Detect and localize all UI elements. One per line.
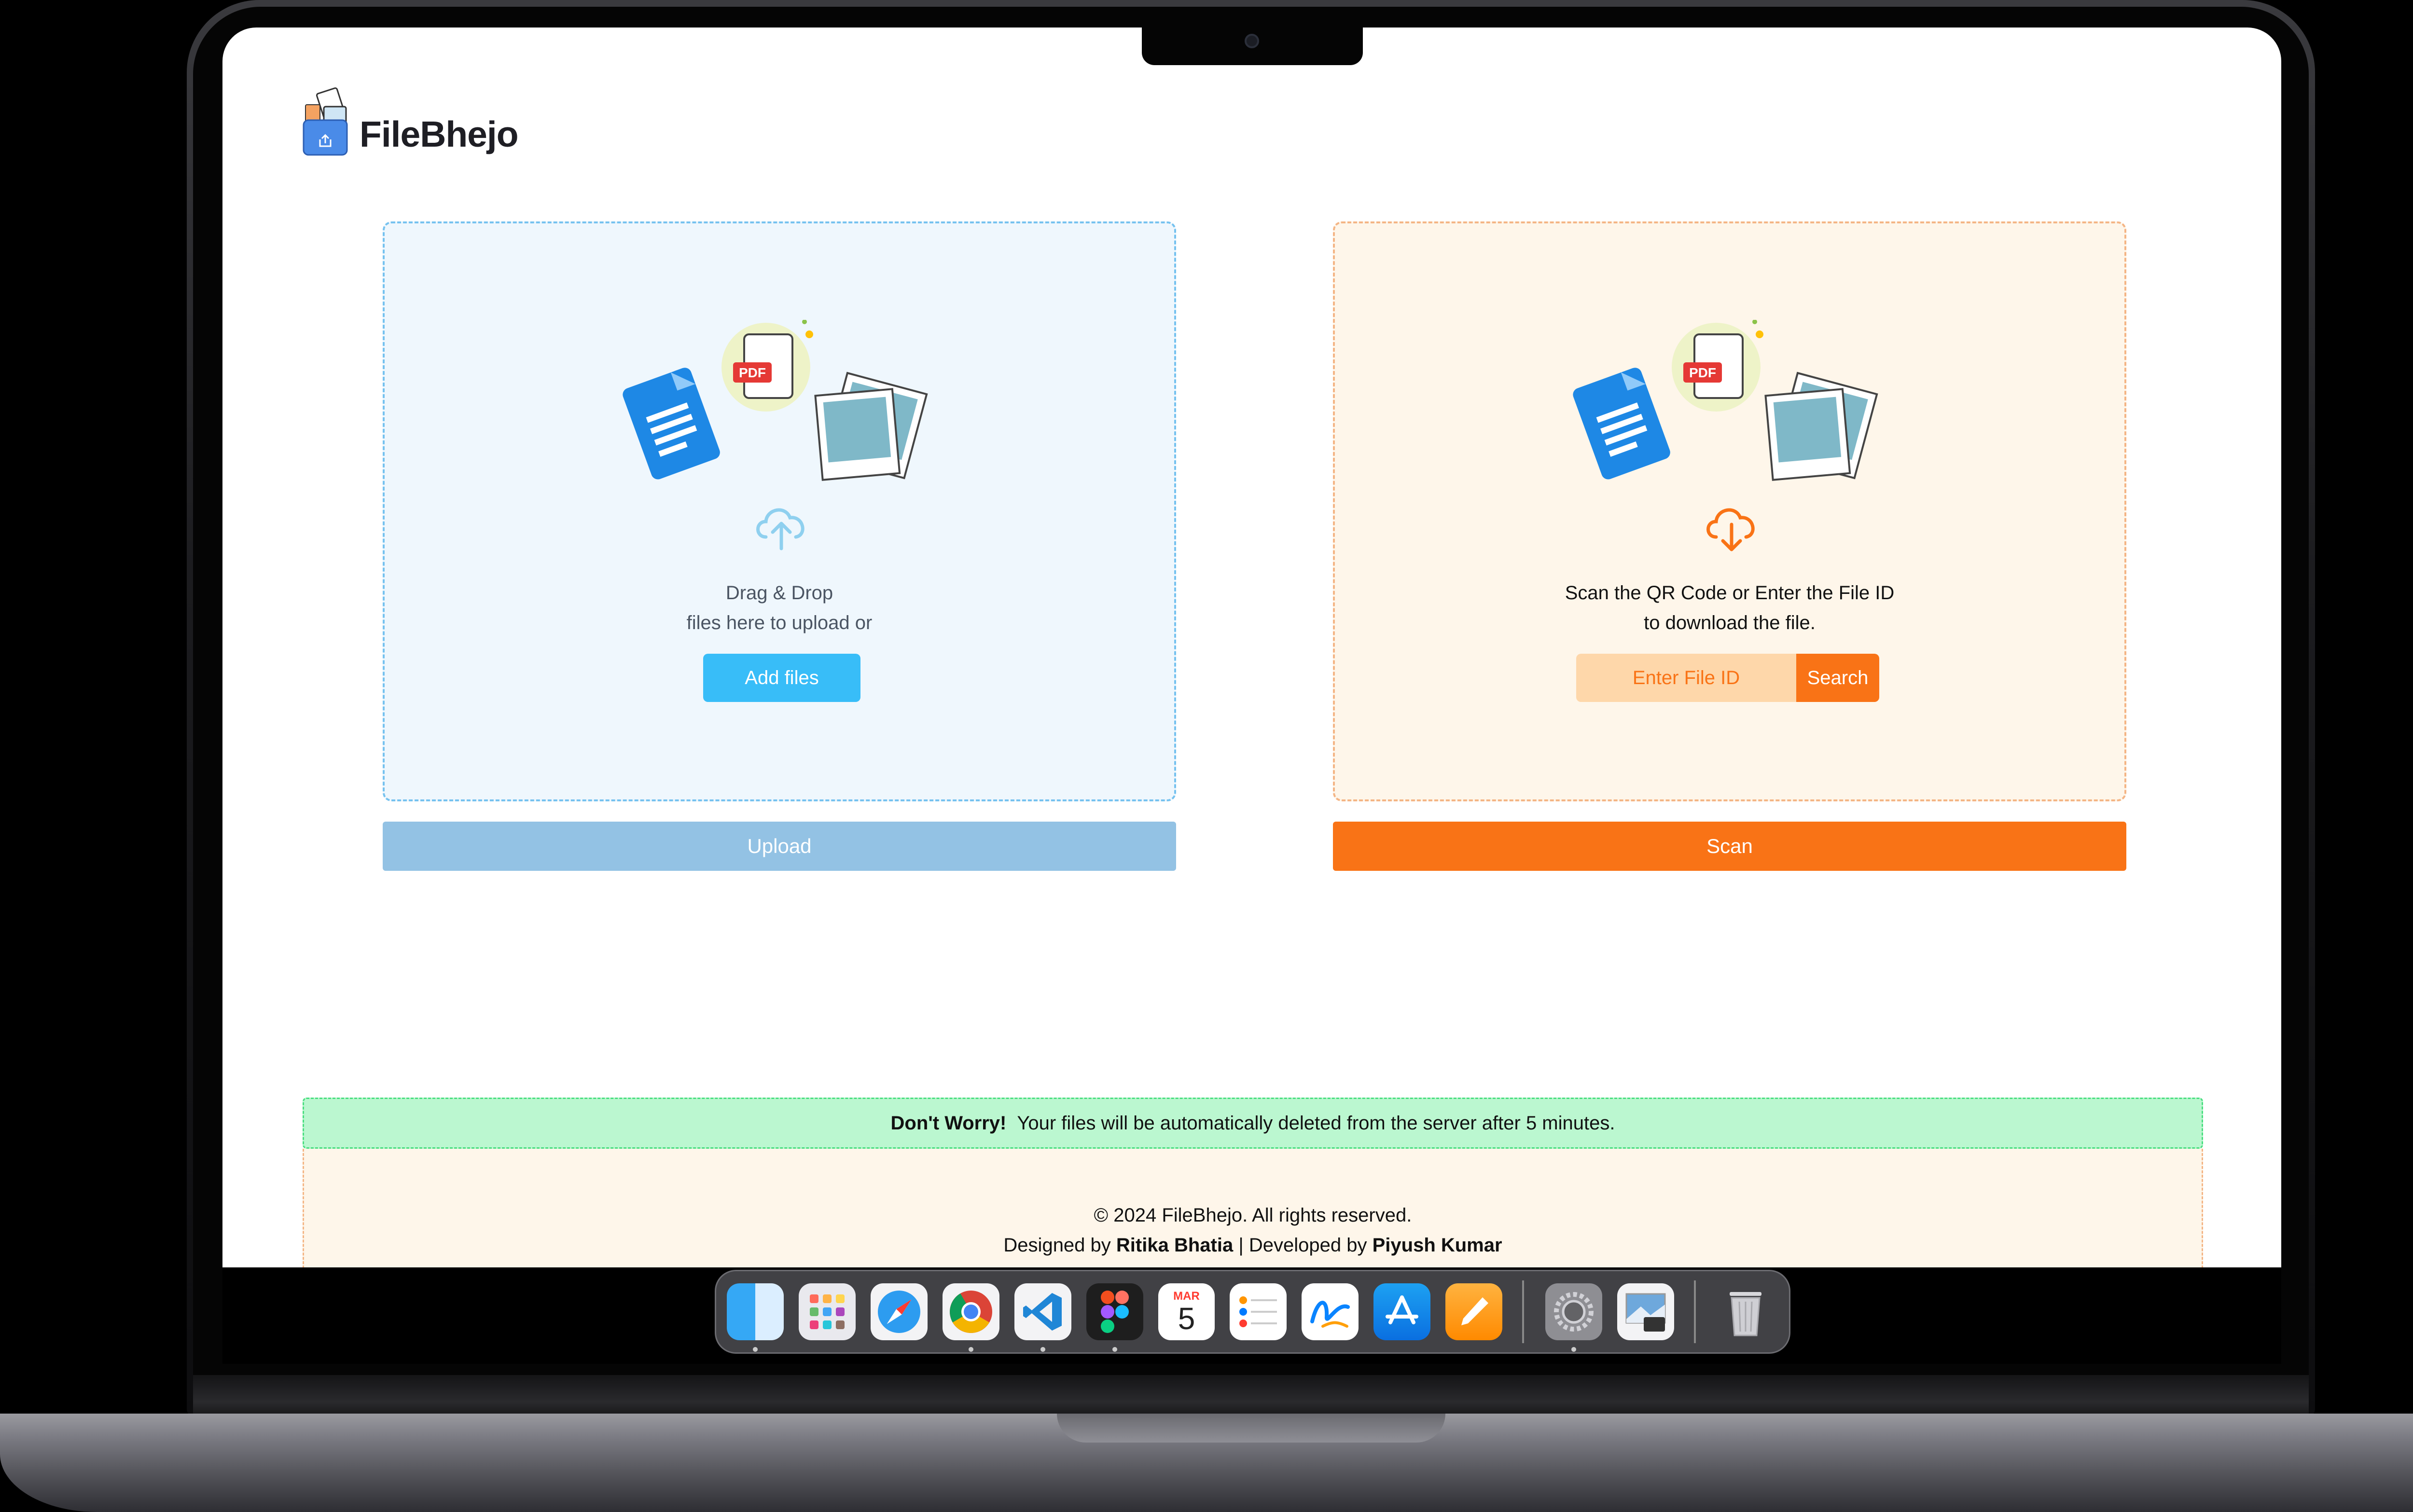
credits-separator: | bbox=[1238, 1235, 1244, 1256]
launchpad-icon[interactable] bbox=[798, 1283, 856, 1340]
pdf-label: PDF bbox=[739, 365, 766, 380]
app-name: FileBhejo bbox=[360, 114, 519, 154]
cloud-upload-icon bbox=[751, 498, 811, 551]
scan-button[interactable]: Scan bbox=[1333, 822, 2126, 871]
dropzone-message-line2: files here to upload or bbox=[686, 612, 873, 633]
laptop-base-notch bbox=[1057, 1414, 1445, 1443]
developed-by-prefix: Developed by bbox=[1248, 1235, 1367, 1256]
upload-button[interactable]: Upload bbox=[383, 822, 1176, 871]
download-message-line2: to download the file. bbox=[1644, 612, 1816, 633]
notice-bold: Don't Worry! bbox=[890, 1112, 1007, 1134]
download-illustration: PDF bbox=[1557, 319, 1904, 494]
browser-viewport: FileBhejo PDF Drag & Drop files here to … bbox=[222, 27, 2281, 1267]
dropzone-message: Drag & Drop files here to upload or bbox=[385, 578, 1174, 638]
app-logo[interactable]: FileBhejo bbox=[302, 85, 519, 158]
auto-delete-notice: Don't Worry! Your files will be automati… bbox=[303, 1098, 2203, 1149]
filebhejo-logo-icon bbox=[302, 85, 355, 158]
copyright-text: © 2024 FileBhejo. All rights reserved. bbox=[1094, 1205, 1412, 1226]
download-message-line1: Scan the QR Code or Enter the File ID bbox=[1565, 582, 1895, 604]
file-id-input[interactable] bbox=[1576, 654, 1796, 702]
app-store-icon[interactable] bbox=[1373, 1283, 1431, 1340]
upload-illustration: PDF bbox=[607, 319, 954, 494]
notice-text: Your files will be automatically deleted… bbox=[1017, 1112, 1615, 1134]
designer-name[interactable]: Ritika Bhatia bbox=[1116, 1235, 1233, 1256]
calendar-day: 5 bbox=[1178, 1301, 1195, 1336]
dock-separator bbox=[1522, 1280, 1525, 1343]
pages-icon[interactable] bbox=[1445, 1283, 1503, 1340]
add-files-button[interactable]: Add files bbox=[703, 654, 860, 702]
finder-icon[interactable] bbox=[727, 1283, 784, 1352]
download-message: Scan the QR Code or Enter the File ID to… bbox=[1335, 578, 2124, 638]
laptop-hinge bbox=[193, 1375, 2309, 1414]
macos-dock: MAR 5 bbox=[715, 1270, 1790, 1354]
preview-icon[interactable] bbox=[1617, 1283, 1674, 1340]
credits-line: Designed by Ritika Bhatia | Developed by… bbox=[304, 1235, 2202, 1256]
trash-icon[interactable] bbox=[1717, 1283, 1774, 1340]
download-panel: PDF Scan the QR Code or Enter the File I… bbox=[1333, 221, 2126, 801]
system-settings-icon[interactable] bbox=[1545, 1283, 1603, 1352]
camera-icon bbox=[1245, 34, 1259, 48]
cloud-download-icon bbox=[1702, 498, 1761, 551]
pdf-label: PDF bbox=[1689, 365, 1716, 380]
developer-name[interactable]: Piyush Kumar bbox=[1373, 1235, 1502, 1256]
freeform-icon[interactable] bbox=[1302, 1283, 1359, 1340]
reminders-icon[interactable] bbox=[1230, 1283, 1287, 1340]
safari-icon[interactable] bbox=[870, 1283, 928, 1340]
calendar-icon[interactable]: MAR 5 bbox=[1158, 1283, 1215, 1340]
search-button[interactable]: Search bbox=[1796, 654, 1879, 702]
dropzone-message-line1: Drag & Drop bbox=[725, 582, 833, 604]
chrome-icon[interactable] bbox=[942, 1283, 999, 1352]
file-id-search-group: Search bbox=[1576, 654, 1879, 702]
dock-separator bbox=[1693, 1280, 1696, 1343]
designed-by-prefix: Designed by bbox=[1003, 1235, 1111, 1256]
page-footer: © 2024 FileBhejo. All rights reserved. D… bbox=[303, 1149, 2203, 1267]
figma-icon[interactable] bbox=[1086, 1283, 1143, 1352]
upload-dropzone[interactable]: PDF Drag & Drop files here to upload or … bbox=[383, 221, 1176, 801]
vscode-icon[interactable] bbox=[1014, 1283, 1071, 1352]
